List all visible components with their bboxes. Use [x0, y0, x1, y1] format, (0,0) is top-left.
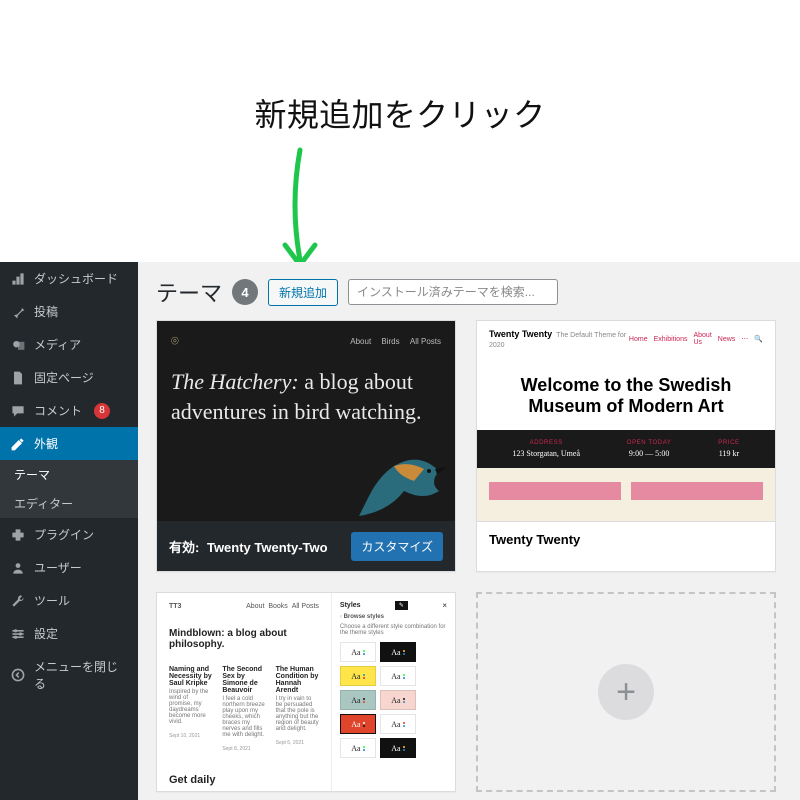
- annotation-text: 新規追加をクリック: [0, 90, 800, 136]
- page-title: テーマ: [156, 276, 222, 308]
- themes-grid: ⌾ About Birds All Posts The Hatchery: a …: [156, 320, 782, 792]
- collapse-icon: [10, 667, 26, 683]
- theme-name: Twenty Twenty: [489, 532, 580, 547]
- submenu-editor[interactable]: エディター: [0, 489, 138, 518]
- edit-icon: ✎: [395, 601, 408, 610]
- sidebar-item-plugins[interactable]: プラグイン: [0, 518, 138, 551]
- sidebar-item-label: ダッシュボード: [34, 270, 118, 287]
- plugin-icon: [10, 527, 26, 543]
- sidebar-item-comments[interactable]: コメント 8: [0, 394, 138, 427]
- comment-icon: [10, 403, 26, 419]
- appearance-submenu: テーマ エディター: [0, 460, 138, 518]
- menu-icon: ⋯: [741, 335, 748, 343]
- sidebar-item-label: 設定: [34, 625, 58, 642]
- page-header: テーマ 4 新規追加: [156, 276, 782, 308]
- sidebar-item-label: プラグイン: [34, 526, 94, 543]
- theme-card-twenty-twenty-three[interactable]: TT3About Books All Posts Mindblown: a bl…: [156, 592, 456, 792]
- sidebar-item-settings[interactable]: 設定: [0, 617, 138, 650]
- info-band: ADDRESS123 Storgatan, Umeå OPEN TODAY9:0…: [477, 430, 775, 468]
- annotation-arrow: [270, 145, 330, 275]
- theme-preview: Twenty TwentyThe Default Theme for 2020 …: [477, 321, 775, 521]
- sidebar-item-label: メニューを閉じる: [34, 658, 128, 692]
- theme-card-twenty-twenty[interactable]: Twenty TwentyThe Default Theme for 2020 …: [476, 320, 776, 572]
- active-label: 有効:: [169, 540, 199, 555]
- bird-icon: [339, 441, 449, 521]
- sidebar-item-label: メディア: [34, 336, 81, 353]
- close-icon: ×: [442, 601, 447, 610]
- theme-preview: ⌾ About Birds All Posts The Hatchery: a …: [157, 321, 455, 521]
- main-content: テーマ 4 新規追加 ⌾ About Birds All Posts: [138, 262, 800, 800]
- sidebar-item-dashboard[interactable]: ダッシュボード: [0, 262, 138, 295]
- media-icon: [10, 337, 26, 353]
- theme-card-twenty-twenty-two[interactable]: ⌾ About Birds All Posts The Hatchery: a …: [156, 320, 456, 572]
- sidebar-item-label: ツール: [34, 592, 70, 609]
- user-icon: [10, 560, 26, 576]
- plus-icon: +: [598, 664, 654, 720]
- page-icon: [10, 370, 26, 386]
- pin-icon: [10, 304, 26, 320]
- theme-count: 4: [232, 279, 258, 305]
- theme-footer: Twenty Twenty: [477, 521, 775, 557]
- add-theme-card[interactable]: +: [476, 592, 776, 792]
- sidebar-item-tools[interactable]: ツール: [0, 584, 138, 617]
- tools-icon: [10, 593, 26, 609]
- theme-search-input[interactable]: [348, 279, 558, 305]
- sidebar-item-label: ユーザー: [34, 559, 82, 576]
- customize-button[interactable]: カスタマイズ: [351, 532, 443, 561]
- add-new-button[interactable]: 新規追加: [268, 279, 338, 306]
- sidebar-item-label: 固定ページ: [34, 369, 94, 386]
- sidebar-item-pages[interactable]: 固定ページ: [0, 361, 138, 394]
- sidebar-item-label: 外観: [34, 435, 58, 452]
- admin-screen: ダッシュボード 投稿 メディア 固定ページ コメント 8 外観 テーマ エディタ…: [0, 262, 800, 800]
- sidebar-item-users[interactable]: ユーザー: [0, 551, 138, 584]
- theme-preview: TT3About Books All Posts Mindblown: a bl…: [157, 593, 455, 792]
- theme-logo: ⌾: [171, 333, 181, 349]
- sidebar-item-posts[interactable]: 投稿: [0, 295, 138, 328]
- theme-headline: The Hatchery: a blog about adventures in…: [171, 367, 441, 426]
- theme-footer: 有効: Twenty Twenty-Two カスタマイズ: [157, 521, 455, 571]
- settings-icon: [10, 626, 26, 642]
- submenu-themes[interactable]: テーマ: [0, 460, 138, 489]
- theme-name: Twenty Twenty-Two: [207, 540, 328, 555]
- appearance-icon: [10, 436, 26, 452]
- theme-hero: Welcome to the Swedish Museum of Modern …: [477, 357, 775, 430]
- sidebar-item-label: コメント: [34, 402, 82, 419]
- style-swatches: Aa Aa Aa Aa Aa Aa Aa Aa Aa Aa: [340, 642, 447, 758]
- search-icon: 🔍: [754, 335, 763, 343]
- sidebar-item-appearance[interactable]: 外観: [0, 427, 138, 460]
- comments-badge: 8: [94, 403, 110, 419]
- sidebar-item-label: 投稿: [34, 303, 58, 320]
- dashboard-icon: [10, 271, 26, 287]
- admin-sidebar: ダッシュボード 投稿 メディア 固定ページ コメント 8 外観 テーマ エディタ…: [0, 262, 138, 800]
- sidebar-item-media[interactable]: メディア: [0, 328, 138, 361]
- sidebar-item-collapse[interactable]: メニューを閉じる: [0, 650, 138, 700]
- theme-nav: About Birds All Posts: [342, 337, 441, 346]
